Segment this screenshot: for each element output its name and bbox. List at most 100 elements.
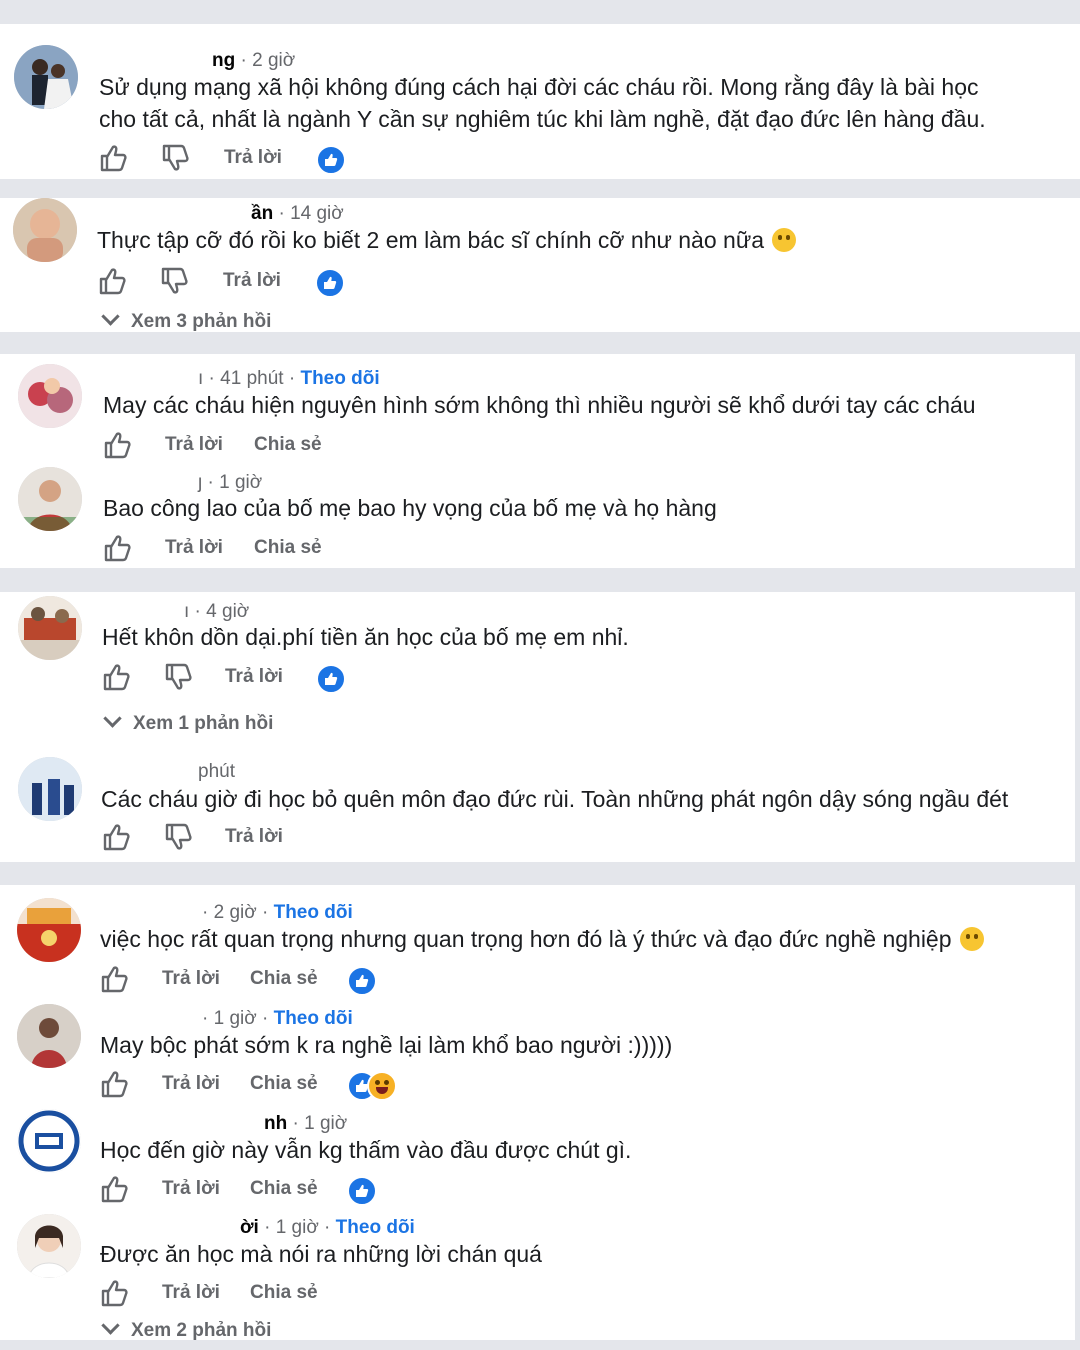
view-replies-label: Xem 3 phản hồi xyxy=(131,311,272,332)
comment-meta: ời · 1 giờ · Theo dõi xyxy=(240,1217,415,1238)
reply-button[interactable]: Trả lời xyxy=(225,661,283,693)
avatar[interactable] xyxy=(17,1004,81,1068)
share-button[interactable]: Chia sẻ xyxy=(250,1173,318,1205)
comment-actions: Trả lời Chia sẻ xyxy=(0,1173,1075,1206)
comment-time[interactable]: 14 giờ xyxy=(290,203,344,224)
comment-time[interactable]: 1 giờ xyxy=(304,1113,347,1134)
smiling-emoji-icon xyxy=(959,927,984,951)
author-name[interactable]: ời xyxy=(240,1217,259,1238)
avatar[interactable] xyxy=(18,596,82,660)
reply-button[interactable]: Trả lời xyxy=(223,265,281,297)
avatar[interactable] xyxy=(17,1214,81,1278)
avatar[interactable] xyxy=(18,364,82,428)
view-replies-label: Xem 2 phản hồi xyxy=(131,1320,272,1341)
comment-time[interactable]: phút xyxy=(198,761,235,782)
like-reaction-icon[interactable] xyxy=(316,145,346,175)
comment-meta: · 1 giờ · Theo dõi xyxy=(202,1008,353,1029)
view-replies-button[interactable]: Xem 2 phản hồi xyxy=(101,1316,272,1342)
comment-meta: ȷ · 1 giờ xyxy=(198,472,263,493)
like-icon[interactable] xyxy=(99,965,129,993)
author-name[interactable]: ần xyxy=(251,203,273,224)
view-replies-label: Xem 1 phản hồi xyxy=(133,713,274,734)
author-name[interactable]: ng xyxy=(212,50,235,71)
avatar[interactable] xyxy=(17,898,81,962)
comment-text: Học đến giờ này vẫn kg thấm vào đầu được… xyxy=(100,1137,632,1163)
comment-time[interactable]: 2 giờ xyxy=(252,50,295,71)
avatar[interactable] xyxy=(18,467,82,531)
comment-time[interactable]: 1 giờ xyxy=(219,472,262,493)
view-replies-button[interactable]: Xem 3 phản hồi xyxy=(101,307,272,333)
share-button[interactable]: Chia sẻ xyxy=(254,429,322,461)
like-icon[interactable] xyxy=(102,431,132,459)
comment-actions: Trả lời Chia sẻ xyxy=(0,1277,1075,1309)
comment-text: Bao công lao của bố mẹ bao hy vọng của b… xyxy=(103,495,717,521)
comment-text: Sử dụng mạng xã hội không đúng cách hại … xyxy=(99,74,986,132)
comment-time[interactable]: 1 giờ xyxy=(276,1217,319,1238)
follow-button[interactable]: Theo dõi xyxy=(274,1008,353,1029)
reply-button[interactable]: Trả lời xyxy=(165,429,223,461)
dislike-icon[interactable] xyxy=(159,267,189,295)
comment-meta: phút xyxy=(198,761,235,783)
comment-text: May các cháu hiện nguyên hình sớm không … xyxy=(103,392,976,418)
share-button[interactable]: Chia sẻ xyxy=(250,1068,318,1100)
follow-button[interactable]: Theo dõi xyxy=(300,368,379,389)
dislike-icon[interactable] xyxy=(160,144,190,172)
author-name[interactable]: nh xyxy=(264,1113,287,1134)
comment-actions: Trả lời xyxy=(0,142,1080,175)
like-icon[interactable] xyxy=(97,267,127,295)
dislike-icon[interactable] xyxy=(163,663,193,691)
avatar[interactable] xyxy=(14,45,78,109)
follow-button[interactable]: Theo dõi xyxy=(274,902,353,923)
chevron-down-icon xyxy=(101,1316,120,1335)
comment-time[interactable]: 4 giờ xyxy=(206,601,249,622)
reply-button[interactable]: Trả lời xyxy=(225,821,283,853)
like-icon[interactable] xyxy=(101,823,131,851)
comment-meta: ı · 4 giờ xyxy=(184,601,250,622)
comment-actions: Trả lời Chia sẻ xyxy=(0,429,1075,461)
comment-meta: · 2 giờ · Theo dõi xyxy=(202,902,353,923)
follow-button[interactable]: Theo dõi xyxy=(336,1217,415,1238)
comment-actions: Trả lời Chia sẻ xyxy=(0,963,1075,996)
comment-time[interactable]: 41 phút xyxy=(220,368,283,389)
reply-button[interactable]: Trả lời xyxy=(224,142,282,174)
avatar[interactable] xyxy=(13,198,77,262)
like-icon[interactable] xyxy=(102,534,132,562)
comment-time[interactable]: 2 giờ xyxy=(214,902,257,923)
reply-button[interactable]: Trả lời xyxy=(162,963,220,995)
comment-text: May bộc phát sớm k ra nghề lại làm khổ b… xyxy=(100,1032,673,1058)
like-reaction-icon[interactable] xyxy=(315,268,345,298)
haha-reaction-icon[interactable] xyxy=(367,1071,397,1101)
reply-button[interactable]: Trả lời xyxy=(162,1277,220,1309)
share-button[interactable]: Chia sẻ xyxy=(250,963,318,995)
like-reaction-icon[interactable] xyxy=(316,664,346,694)
dislike-icon[interactable] xyxy=(163,823,193,851)
comment-time[interactable]: 1 giờ xyxy=(214,1008,257,1029)
grinning-emoji-icon xyxy=(772,228,797,252)
comment-text: Thực tập cỡ đó rồi ko biết 2 em làm bác … xyxy=(97,224,797,256)
avatar[interactable] xyxy=(17,1109,81,1173)
reply-button[interactable]: Trả lời xyxy=(162,1173,220,1205)
like-icon[interactable] xyxy=(98,144,128,172)
reply-button[interactable]: Trả lời xyxy=(162,1068,220,1100)
chevron-down-icon xyxy=(103,709,122,728)
comment-text: việc học rất quan trọng nhưng quan trọng… xyxy=(100,923,984,955)
comment-actions: Trả lời xyxy=(0,265,1080,298)
reply-button[interactable]: Trả lời xyxy=(165,532,223,564)
comment-text: Hết khôn dồn dại.phí tiền ăn học của bố … xyxy=(102,624,629,650)
share-button[interactable]: Chia sẻ xyxy=(254,532,322,564)
comment-meta: ı · 41 phút · Theo dõi xyxy=(198,368,380,389)
like-icon[interactable] xyxy=(99,1279,129,1307)
like-icon[interactable] xyxy=(99,1175,129,1203)
comment-actions: Trả lời xyxy=(0,661,1075,694)
share-button[interactable]: Chia sẻ xyxy=(250,1277,318,1309)
like-icon[interactable] xyxy=(101,663,131,691)
like-reaction-icon[interactable] xyxy=(347,966,377,996)
comment-text-body: Thực tập cỡ đó rồi ko biết 2 em làm bác … xyxy=(97,227,765,253)
avatar[interactable] xyxy=(18,757,82,821)
like-reaction-icon[interactable] xyxy=(347,1176,377,1206)
like-icon[interactable] xyxy=(99,1070,129,1098)
view-replies-button[interactable]: Xem 1 phản hồi xyxy=(103,709,274,735)
comment-meta: ng · 2 giờ xyxy=(212,50,296,71)
comment-text-body: việc học rất quan trọng nhưng quan trọng… xyxy=(100,926,952,952)
comment-actions: Trả lời Chia sẻ xyxy=(0,1068,1075,1101)
